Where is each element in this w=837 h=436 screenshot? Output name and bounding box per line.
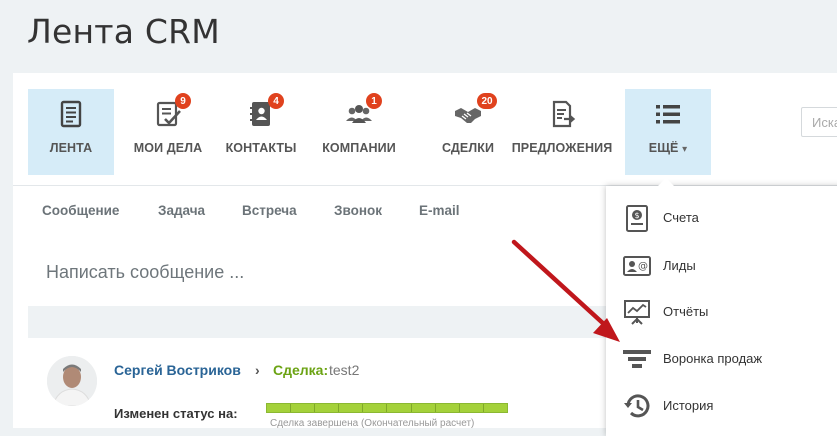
- search-input[interactable]: Иска: [801, 107, 837, 137]
- dropdown-item-label: Лиды: [663, 258, 696, 273]
- deal-progress-bar: [266, 403, 508, 413]
- progress-segment: [339, 404, 364, 412]
- quotes-icon: [547, 99, 577, 129]
- sales-funnel-icon: [622, 344, 652, 374]
- dropdown-item-label: Отчёты: [663, 304, 709, 319]
- avatar[interactable]: [47, 356, 97, 406]
- deals-handshake-icon: 20: [453, 93, 497, 129]
- menu-item-label: КОНТАКТЫ: [225, 141, 297, 155]
- reports-icon: [622, 297, 652, 327]
- companies-count-badge: 1: [366, 93, 382, 109]
- menu-item-label: ЛЕНТА: [49, 141, 93, 155]
- companies-icon: 1: [344, 93, 382, 129]
- menu-item-label: МОИ ДЕЛА: [133, 141, 203, 155]
- more-dropdown-menu: $ Счета @ Лиды Отчёты Воронка продаж Ист…: [606, 178, 837, 436]
- menu-item-my-tasks[interactable]: 9 МОИ ДЕЛА: [128, 89, 208, 175]
- menu-item-more[interactable]: ЕЩЁ ▾: [625, 89, 711, 175]
- more-list-icon: [653, 99, 683, 129]
- contacts-count-badge: 4: [268, 93, 284, 109]
- invoice-icon: $: [622, 203, 652, 233]
- menu-item-deals[interactable]: 20 СДЕЛКИ: [428, 89, 508, 175]
- svg-text:$: $: [634, 211, 639, 220]
- tab-meeting[interactable]: Встреча: [242, 203, 297, 218]
- dropdown-item-label: Счета: [663, 210, 699, 225]
- menu-item-feed[interactable]: ЛЕНТА: [28, 89, 114, 175]
- menu-item-contacts[interactable]: 4 КОНТАКТЫ: [221, 89, 301, 175]
- progress-segment: [483, 404, 507, 412]
- dropdown-item-invoices[interactable]: $ Счета: [606, 194, 837, 240]
- page-title: Лента CRM: [27, 12, 220, 51]
- progress-segment: [363, 404, 388, 412]
- message-composer-input[interactable]: Написать сообщение ...: [46, 262, 244, 283]
- progress-segment: [291, 404, 316, 412]
- dropdown-item-history[interactable]: История: [606, 382, 837, 428]
- tab-email[interactable]: E-mail: [419, 203, 460, 218]
- menu-item-companies[interactable]: 1 КОМПАНИИ: [318, 89, 400, 175]
- deal-status-note: Сделка завершена (Окончательный расчет): [270, 418, 475, 429]
- menu-item-label: ПРЕДЛОЖЕНИЯ: [511, 141, 613, 155]
- post-deal-link[interactable]: test2: [329, 362, 359, 378]
- progress-segment: [315, 404, 340, 412]
- dropdown-item-sales-funnel[interactable]: Воронка продаж: [606, 335, 837, 381]
- svg-text:@: @: [638, 261, 648, 272]
- feed-filter-bar: [28, 306, 628, 338]
- progress-segment: [435, 404, 460, 412]
- chevron-right-icon: ›: [255, 362, 260, 378]
- tasks-count-badge: 9: [175, 93, 191, 109]
- feed-icon: [56, 99, 86, 129]
- history-icon: [622, 391, 652, 421]
- tasks-icon: 9: [153, 93, 191, 129]
- post-author-link[interactable]: Сергей Востриков: [114, 362, 241, 378]
- dropdown-item-label: Воронка продаж: [663, 351, 763, 366]
- deals-count-badge: 20: [477, 93, 497, 109]
- contacts-icon: 4: [246, 93, 284, 129]
- progress-segment: [267, 404, 292, 412]
- leads-icon: @: [622, 251, 652, 281]
- chevron-down-icon: ▾: [682, 144, 688, 155]
- dropdown-item-label: История: [663, 398, 714, 413]
- status-change-label: Изменен статус на:: [114, 406, 238, 421]
- dropdown-item-reports[interactable]: Отчёты: [606, 288, 837, 334]
- progress-segment: [459, 404, 484, 412]
- tab-task[interactable]: Задача: [158, 203, 205, 218]
- tab-call[interactable]: Звонок: [334, 203, 382, 218]
- progress-segment: [387, 404, 412, 412]
- menu-item-label: КОМПАНИИ: [322, 141, 396, 155]
- menu-item-label: СДЕЛКИ: [441, 141, 495, 155]
- menu-item-quotes[interactable]: ПРЕДЛОЖЕНИЯ: [511, 89, 613, 175]
- menu-item-label: ЕЩЁ ▾: [648, 141, 688, 155]
- dropdown-item-leads[interactable]: @ Лиды: [606, 242, 837, 288]
- post-deal-label: Сделка:: [273, 362, 329, 378]
- tab-message[interactable]: Сообщение: [42, 203, 119, 218]
- progress-segment: [411, 404, 436, 412]
